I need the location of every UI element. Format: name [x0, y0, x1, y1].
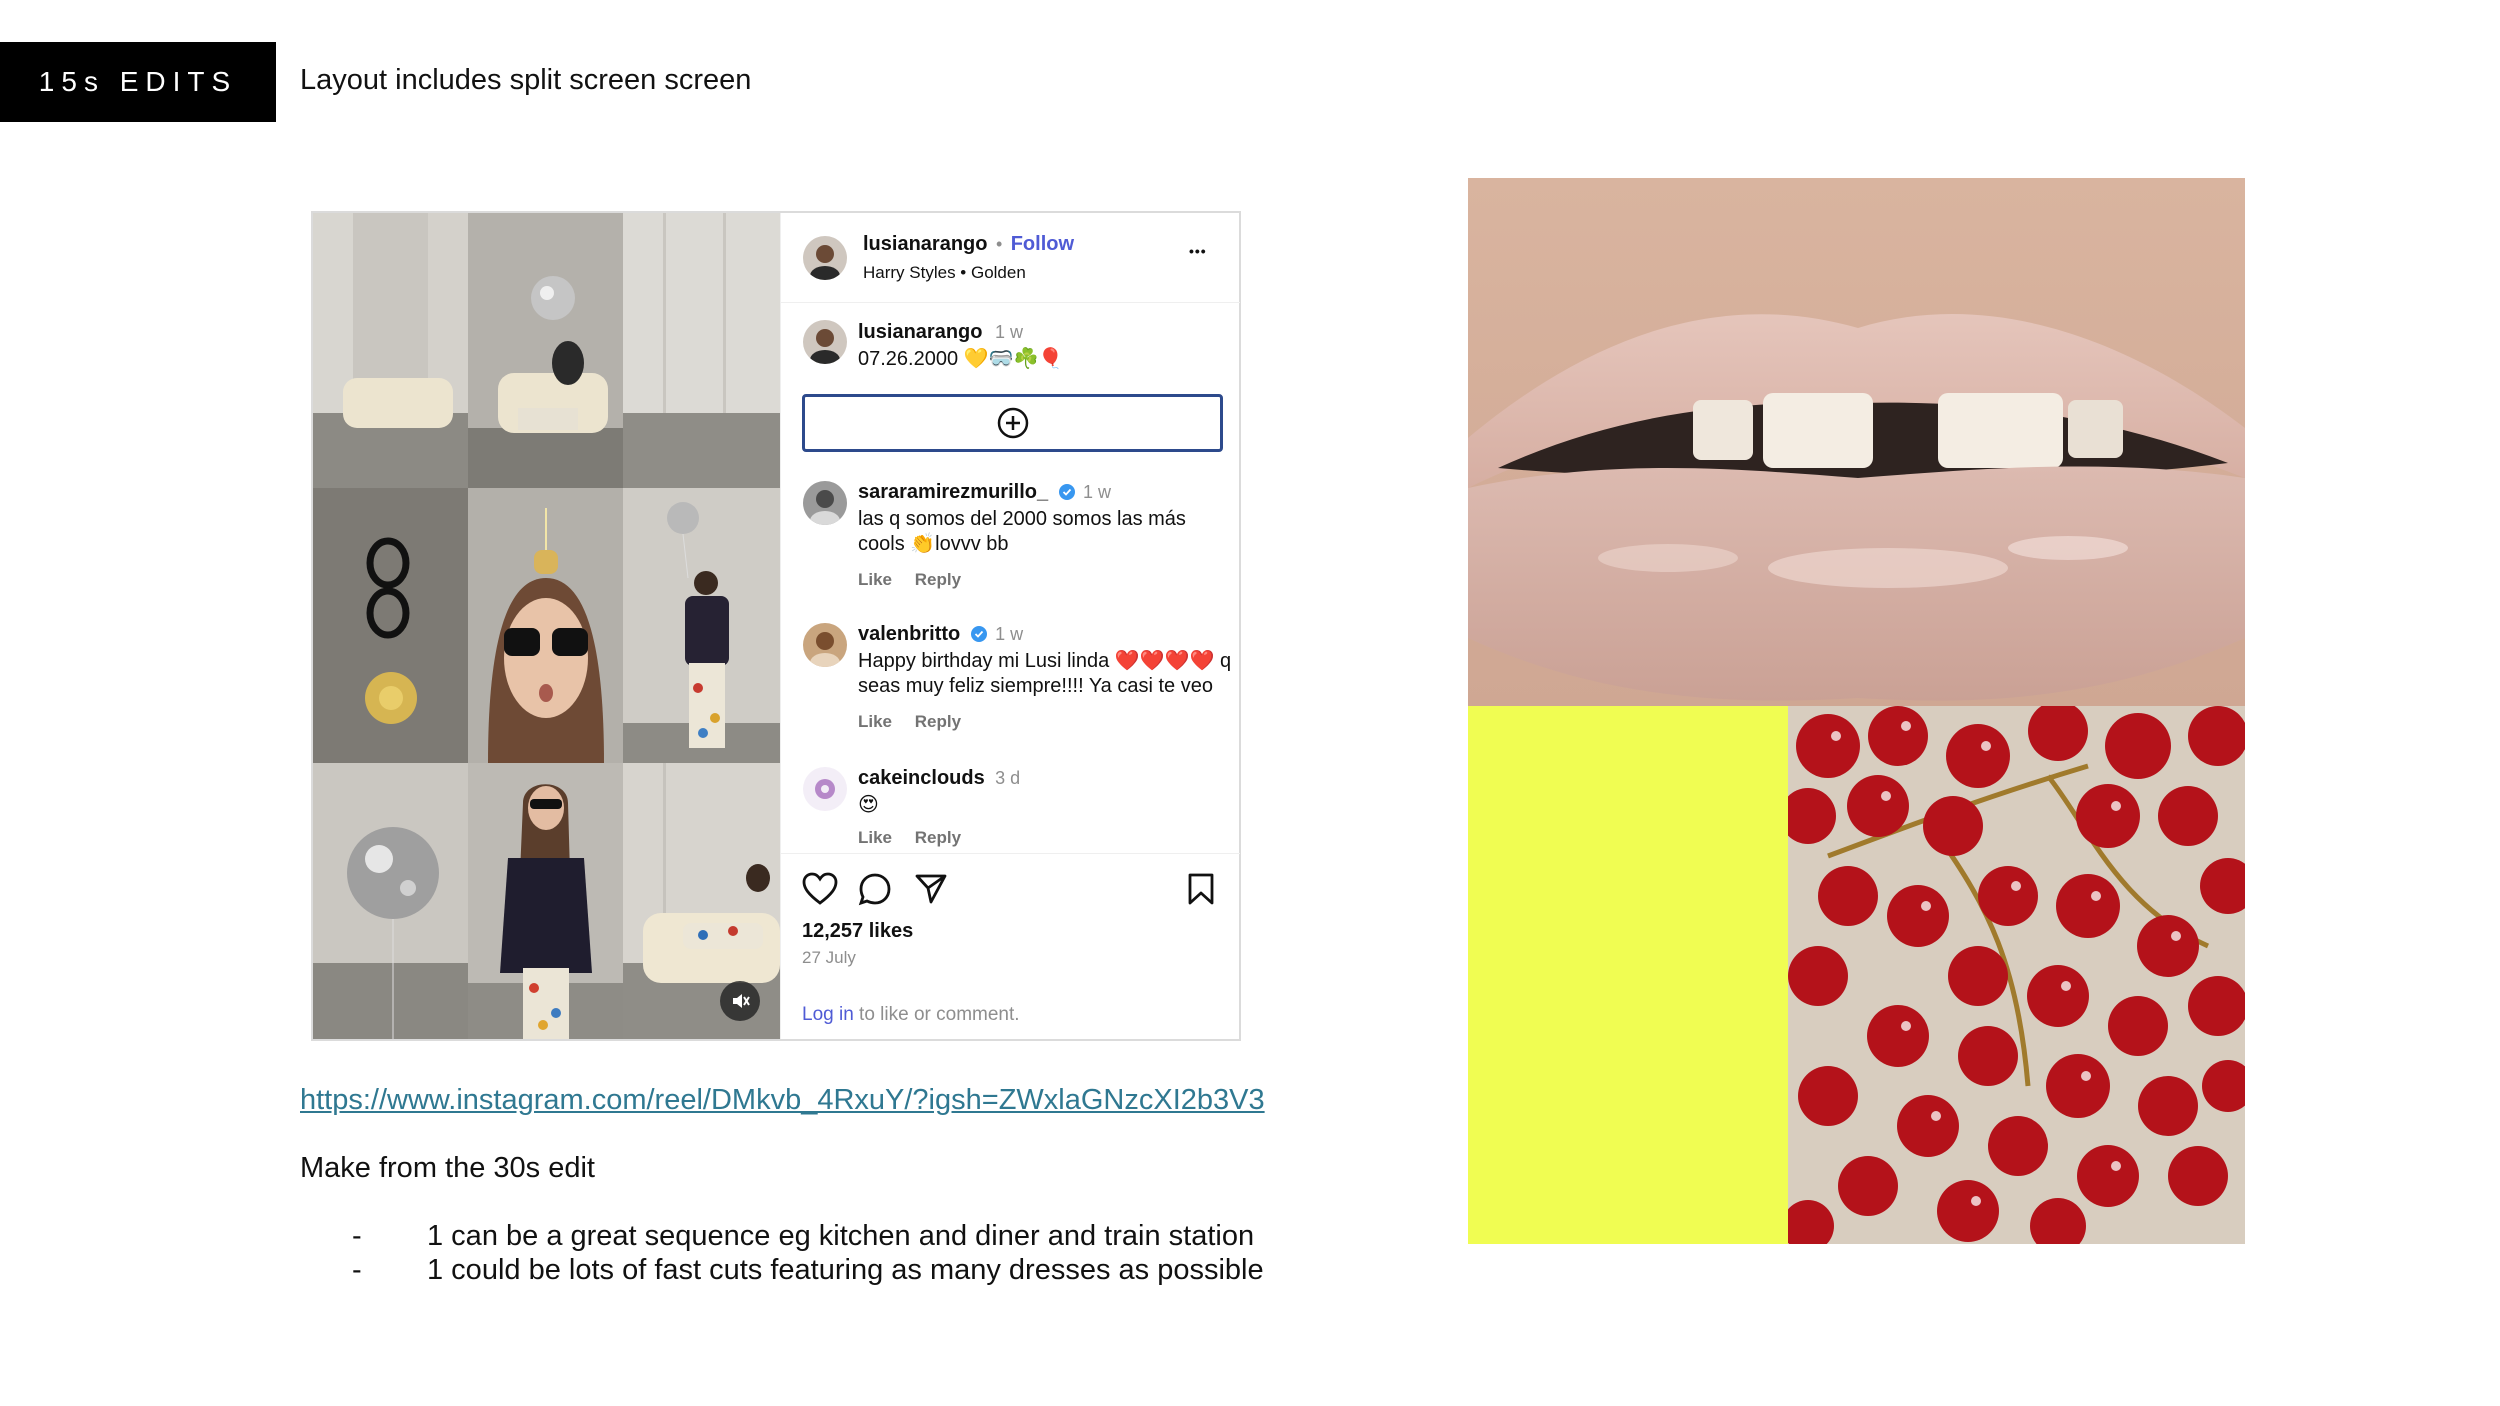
- verified-badge-icon: [970, 626, 987, 642]
- reel-video[interactable]: [313, 213, 780, 1039]
- yellow-color-block: [1468, 706, 1788, 1244]
- comment-like-button[interactable]: Like: [858, 570, 892, 589]
- reel-url-link[interactable]: https://www.instagram.com/reel/DMkvb_4Rx…: [300, 1084, 1265, 1117]
- dot-separator: •: [995, 234, 1003, 254]
- comment-header: sararamirezmurillo_ 1 w: [858, 481, 1111, 504]
- login-link[interactable]: Log in: [802, 1004, 854, 1025]
- instagram-embed: lusianarango • Follow Harry Styles • Gol…: [311, 211, 1241, 1041]
- bullet-text: 1 could be lots of fast cuts featuring a…: [427, 1254, 1264, 1286]
- comment-reply-button[interactable]: Reply: [915, 828, 961, 847]
- reel-frame-sofa-reclined: [623, 763, 780, 1039]
- comment-username[interactable]: sararamirezmurillo_: [858, 481, 1048, 503]
- bookmark-icon[interactable]: [1187, 872, 1215, 906]
- comment-actions: Like Reply: [858, 570, 979, 590]
- follow-button[interactable]: Follow: [1011, 233, 1074, 255]
- heart-icon[interactable]: [802, 872, 838, 906]
- comment-time: 1 w: [995, 624, 1024, 644]
- comment-actions: Like Reply: [858, 828, 979, 848]
- plus-circle-icon: [997, 407, 1028, 439]
- post-username[interactable]: lusianarango: [863, 233, 987, 255]
- login-prompt-text: to like or comment.: [853, 1004, 1020, 1025]
- caption-header: lusianarango 1 w: [858, 321, 1023, 344]
- author-avatar[interactable]: [803, 236, 847, 280]
- load-more-button[interactable]: [802, 394, 1223, 452]
- comment-icon[interactable]: [858, 872, 892, 906]
- bullet-dash: -: [352, 1220, 362, 1252]
- comment-time: 1 w: [1083, 482, 1112, 502]
- post-author-line: lusianarango • Follow: [863, 233, 1074, 256]
- section-subtitle: Layout includes split screen screen: [300, 64, 752, 96]
- comment-time: 3 d: [995, 768, 1021, 788]
- comment-header: cakeinclouds 3 d: [858, 767, 1020, 790]
- mute-icon[interactable]: [720, 981, 760, 1021]
- caption-avatar[interactable]: [803, 320, 847, 364]
- section-title-tag: 15s EDITS: [0, 42, 276, 122]
- caption-text: 07.26.2000 💛🥽☘️🎈: [858, 348, 1064, 370]
- reel-frame-disco-ball: [313, 763, 468, 1039]
- login-prompt: Log in to like or comment.: [802, 1004, 1020, 1026]
- lips-photo: [1468, 178, 2245, 706]
- caption-time: 1 w: [994, 322, 1023, 342]
- reel-frame-wall: [623, 213, 780, 488]
- comment-username[interactable]: valenbritto: [858, 623, 960, 645]
- bullet-dash: -: [352, 1254, 362, 1286]
- post-header: lusianarango • Follow Harry Styles • Gol…: [781, 213, 1240, 303]
- comment-text-line: 😍: [858, 794, 879, 816]
- reel-frame-sofa-balloon: [313, 213, 468, 488]
- comment-avatar[interactable]: [803, 767, 847, 811]
- bullet-text: 1 can be a great sequence eg kitchen and…: [427, 1220, 1255, 1252]
- send-icon[interactable]: [914, 872, 948, 906]
- post-side-panel: lusianarango • Follow Harry Styles • Gol…: [780, 213, 1240, 1039]
- comment-actions: Like Reply: [858, 712, 979, 732]
- reel-frame-face-glasses: [468, 488, 623, 763]
- comment-text-line: cools 👏lovvv bb: [858, 533, 1009, 555]
- reel-frame-sofa-girl: [468, 213, 623, 488]
- comment-reply-button[interactable]: Reply: [915, 570, 961, 589]
- reel-frame-girl-standing: [623, 488, 780, 763]
- moodboard-collage: [1468, 178, 2245, 1244]
- audio-track[interactable]: Harry Styles • Golden: [863, 263, 1026, 283]
- comment-reply-button[interactable]: Reply: [915, 712, 961, 731]
- comment-like-button[interactable]: Like: [858, 712, 892, 731]
- comment-text-line: las q somos del 2000 somos las más: [858, 508, 1186, 530]
- reel-frame-glasses-cupcake: [313, 488, 468, 763]
- caption-username[interactable]: lusianarango: [858, 321, 982, 343]
- instruction-heading: Make from the 30s edit: [300, 1152, 595, 1184]
- comment-like-button[interactable]: Like: [858, 828, 892, 847]
- comment-avatar[interactable]: [803, 481, 847, 525]
- more-icon[interactable]: •••: [1189, 243, 1207, 259]
- comment-username[interactable]: cakeinclouds: [858, 767, 985, 789]
- comment-text-line: Happy birthday mi Lusi linda ❤️❤️❤️❤️ q: [858, 650, 1232, 672]
- likes-count[interactable]: 12,257 likes: [802, 920, 913, 943]
- post-action-bar: 12,257 likes 27 July Log in to like or c…: [781, 853, 1240, 1039]
- verified-badge-icon: [1058, 484, 1075, 500]
- comment-avatar[interactable]: [803, 623, 847, 667]
- comment-header: valenbritto 1 w: [858, 623, 1023, 646]
- post-date: 27 July: [802, 948, 856, 967]
- comment-text-line: seas muy feliz siempre!!!! Ya casi te ve…: [858, 675, 1213, 697]
- reel-frame-girl-coat: [468, 763, 623, 1039]
- redcurrants-photo: [1788, 706, 2245, 1244]
